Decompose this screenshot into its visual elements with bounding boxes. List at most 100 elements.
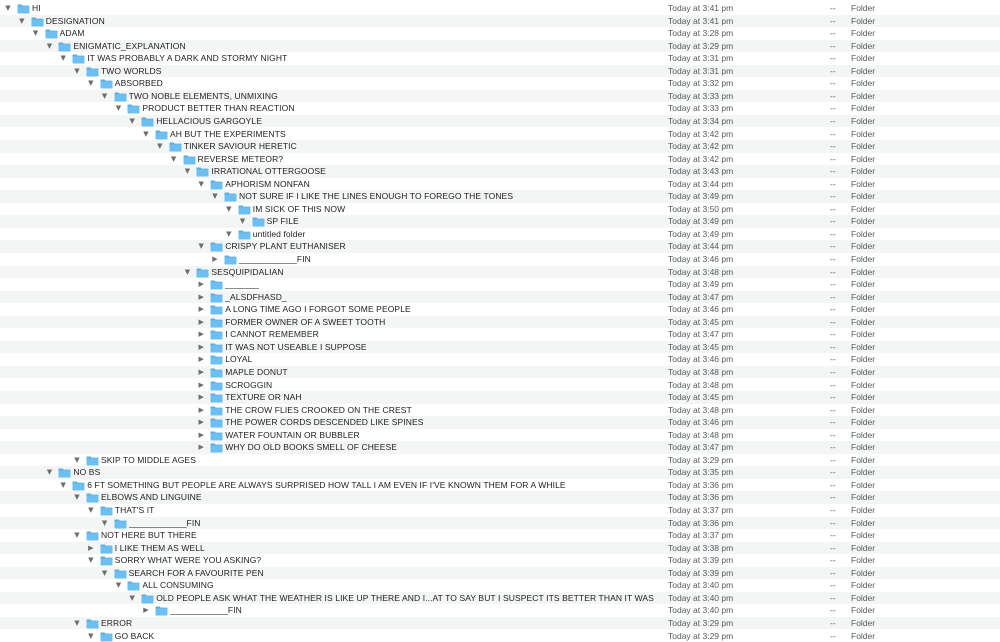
disclosure-closed-icon[interactable]: ▶ [196,441,206,454]
disclosure-open-icon[interactable]: ▼ [100,567,110,580]
disclosure-closed-icon[interactable]: ▶ [196,278,206,291]
disclosure-closed-icon[interactable]: ▶ [196,391,206,404]
disclosure-open-icon[interactable]: ▼ [44,40,54,53]
folder-row[interactable]: ▶ ____________FIN Today at 3:40 pm -- Fo… [0,604,1000,617]
folder-row[interactable]: ▼ GO BACK Today at 3:29 pm -- Folder [0,630,1000,642]
folder-row[interactable]: ▶ IT WAS NOT USEABLE I SUPPOSE Today at … [0,341,1000,354]
folder-row[interactable]: ▼ REVERSE METEOR? Today at 3:42 pm -- Fo… [0,153,1000,166]
disclosure-open-icon[interactable]: ▼ [72,529,82,542]
folder-row[interactable]: ▼ IT WAS PROBABLY A DARK AND STORMY NIGH… [0,52,1000,65]
disclosure-open-icon[interactable]: ▼ [58,479,68,492]
folder-row[interactable]: ▶ THE CROW FLIES CROOKED ON THE CREST To… [0,404,1000,417]
disclosure-closed-icon[interactable]: ▶ [196,316,206,329]
disclosure-open-icon[interactable]: ▼ [86,554,96,567]
disclosure-open-icon[interactable]: ▼ [31,27,41,40]
disclosure-open-icon[interactable]: ▼ [72,491,82,504]
disclosure-open-icon[interactable]: ▼ [196,240,206,253]
folder-row[interactable]: ▼ SESQUIPIDALIAN Today at 3:48 pm -- Fol… [0,266,1000,279]
disclosure-closed-icon[interactable]: ▶ [196,366,206,379]
folder-row[interactable]: ▶ WHY DO OLD BOOKS SMELL OF CHEESE Today… [0,441,1000,454]
folder-row[interactable]: ▶ THE POWER CORDS DESCENDED LIKE SPINES … [0,416,1000,429]
folder-row[interactable]: ▼ ENIGMATIC_EXPLANATION Today at 3:29 pm… [0,40,1000,53]
folder-row[interactable]: ▼ DESIGNATION Today at 3:41 pm -- Folder [0,15,1000,28]
folder-row[interactable]: ▼ 6 FT SOMETHING BUT PEOPLE ARE ALWAYS S… [0,479,1000,492]
folder-row[interactable]: ▶ _______ Today at 3:49 pm -- Folder [0,278,1000,291]
folder-row[interactable]: ▶ WATER FOUNTAIN OR BUBBLER Today at 3:4… [0,429,1000,442]
disclosure-closed-icon[interactable]: ▶ [141,604,151,617]
folder-row[interactable]: ▼ TINKER SAVIOUR HERETIC Today at 3:42 p… [0,140,1000,153]
disclosure-open-icon[interactable]: ▼ [86,504,96,517]
folder-row[interactable]: ▶ I LIKE THEM AS WELL Today at 3:38 pm -… [0,542,1000,555]
folder-row[interactable]: ▼ NO BS Today at 3:35 pm -- Folder [0,466,1000,479]
folder-row[interactable]: ▼ APHORISM NONFAN Today at 3:44 pm -- Fo… [0,178,1000,191]
disclosure-closed-icon[interactable]: ▶ [196,404,206,417]
disclosure-open-icon[interactable]: ▼ [127,592,137,605]
disclosure-open-icon[interactable]: ▼ [72,65,82,78]
disclosure-open-icon[interactable]: ▼ [113,102,123,115]
disclosure-open-icon[interactable]: ▼ [72,454,82,467]
disclosure-open-icon[interactable]: ▼ [224,228,234,241]
folder-row[interactable]: ▼ ELBOWS AND LINGUINE Today at 3:36 pm -… [0,491,1000,504]
folder-row[interactable]: ▶ FORMER OWNER OF A SWEET TOOTH Today at… [0,316,1000,329]
folder-row[interactable]: ▶ ____________FIN Today at 3:46 pm -- Fo… [0,253,1000,266]
disclosure-closed-icon[interactable]: ▶ [196,303,206,316]
folder-row[interactable]: ▼ ALL CONSUMING Today at 3:40 pm -- Fold… [0,579,1000,592]
folder-row[interactable]: ▼ SEARCH FOR A FAVOURITE PEN Today at 3:… [0,567,1000,580]
disclosure-open-icon[interactable]: ▼ [17,15,27,28]
disclosure-closed-icon[interactable]: ▶ [196,328,206,341]
folder-row[interactable]: ▶ LOYAL Today at 3:46 pm -- Folder [0,353,1000,366]
disclosure-open-icon[interactable]: ▼ [127,115,137,128]
folder-row[interactable]: ▼ IM SICK OF THIS NOW Today at 3:50 pm -… [0,203,1000,216]
disclosure-open-icon[interactable]: ▼ [58,52,68,65]
disclosure-closed-icon[interactable]: ▶ [196,379,206,392]
disclosure-closed-icon[interactable]: ▶ [196,429,206,442]
disclosure-closed-icon[interactable]: ▶ [196,291,206,304]
folder-row[interactable]: ▼ AH BUT THE EXPERIMENTS Today at 3:42 p… [0,128,1000,141]
disclosure-open-icon[interactable]: ▼ [86,77,96,90]
folder-row[interactable]: ▼ SORRY WHAT WERE YOU ASKING? Today at 3… [0,554,1000,567]
folder-row[interactable]: ▼ ADAM Today at 3:28 pm -- Folder [0,27,1000,40]
folder-row[interactable]: ▼ ____________FIN Today at 3:36 pm -- Fo… [0,517,1000,530]
disclosure-open-icon[interactable]: ▼ [238,215,248,228]
folder-row[interactable]: ▼ TWO WORLDS Today at 3:31 pm -- Folder [0,65,1000,78]
folder-row[interactable]: ▼ SP FILE Today at 3:49 pm -- Folder [0,215,1000,228]
disclosure-open-icon[interactable]: ▼ [100,517,110,530]
folder-row[interactable]: ▼ HELLACIOUS GARGOYLE Today at 3:34 pm -… [0,115,1000,128]
folder-row[interactable]: ▶ _ALSDFHASD_ Today at 3:47 pm -- Folder [0,291,1000,304]
folder-row[interactable]: ▼ HI Today at 3:41 pm -- Folder [0,2,1000,15]
disclosure-open-icon[interactable]: ▼ [113,579,123,592]
disclosure-open-icon[interactable]: ▼ [86,630,96,642]
folder-row[interactable]: ▶ MAPLE DONUT Today at 3:48 pm -- Folder [0,366,1000,379]
disclosure-open-icon[interactable]: ▼ [44,466,54,479]
disclosure-closed-icon[interactable]: ▶ [196,341,206,354]
folder-row[interactable]: ▼ CRISPY PLANT EUTHANISER Today at 3:44 … [0,240,1000,253]
disclosure-open-icon[interactable]: ▼ [3,2,13,15]
disclosure-open-icon[interactable]: ▼ [155,140,165,153]
disclosure-open-icon[interactable]: ▼ [100,90,110,103]
folder-row[interactable]: ▶ SCROGGIN Today at 3:48 pm -- Folder [0,379,1000,392]
folder-row[interactable]: ▶ A LONG TIME AGO I FORGOT SOME PEOPLE T… [0,303,1000,316]
folder-row[interactable]: ▶ I CANNOT REMEMBER Today at 3:47 pm -- … [0,328,1000,341]
folder-row[interactable]: ▼ ERROR Today at 3:29 pm -- Folder [0,617,1000,630]
disclosure-open-icon[interactable]: ▼ [196,178,206,191]
folder-row[interactable]: ▼ NOT SURE IF I LIKE THE LINES ENOUGH TO… [0,190,1000,203]
disclosure-open-icon[interactable]: ▼ [169,153,179,166]
disclosure-closed-icon[interactable]: ▶ [210,253,220,266]
folder-row[interactable]: ▼ ABSORBED Today at 3:32 pm -- Folder [0,77,1000,90]
disclosure-closed-icon[interactable]: ▶ [86,542,96,555]
disclosure-open-icon[interactable]: ▼ [182,266,192,279]
folder-row[interactable]: ▼ PRODUCT BETTER THAN REACTION Today at … [0,102,1000,115]
disclosure-open-icon[interactable]: ▼ [72,617,82,630]
disclosure-open-icon[interactable]: ▼ [224,203,234,216]
folder-row[interactable]: ▼ IRRATIONAL OTTERGOOSE Today at 3:43 pm… [0,165,1000,178]
folder-row[interactable]: ▼ TWO NOBLE ELEMENTS, UNMIXING Today at … [0,90,1000,103]
folder-row[interactable]: ▶ TEXTURE OR NAH Today at 3:45 pm -- Fol… [0,391,1000,404]
disclosure-closed-icon[interactable]: ▶ [196,416,206,429]
folder-row[interactable]: ▼ THAT'S IT Today at 3:37 pm -- Folder [0,504,1000,517]
folder-row[interactable]: ▼ OLD PEOPLE ASK WHAT THE WEATHER IS LIK… [0,592,1000,605]
folder-row[interactable]: ▼ NOT HERE BUT THERE Today at 3:37 pm --… [0,529,1000,542]
disclosure-open-icon[interactable]: ▼ [182,165,192,178]
folder-row[interactable]: ▼ SKIP TO MIDDLE AGES Today at 3:29 pm -… [0,454,1000,467]
disclosure-open-icon[interactable]: ▼ [210,190,220,203]
disclosure-closed-icon[interactable]: ▶ [196,353,206,366]
